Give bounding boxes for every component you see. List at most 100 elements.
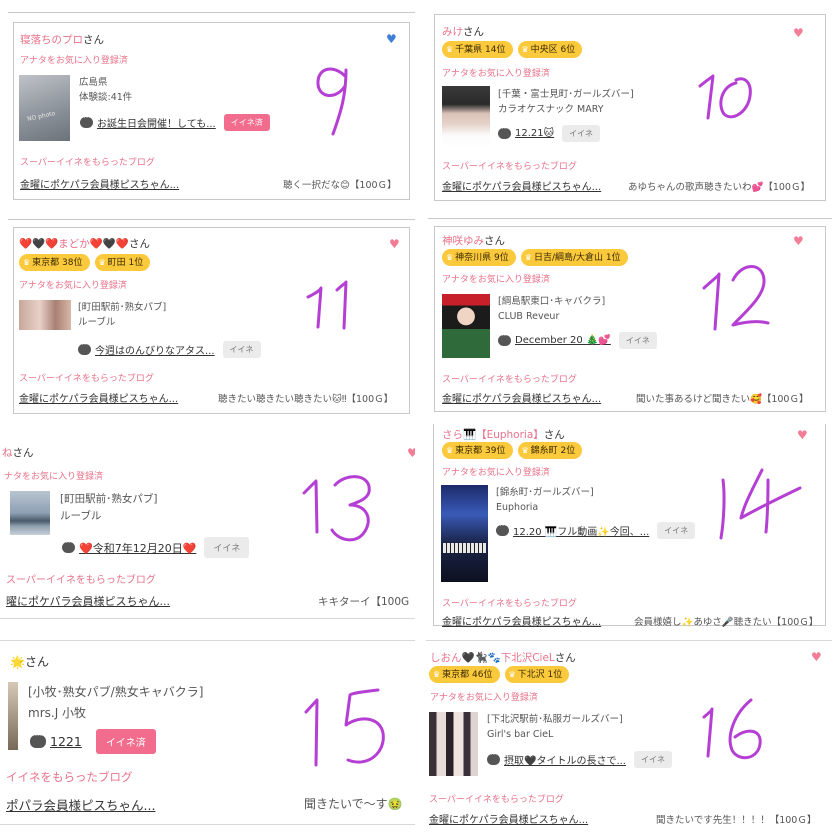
- cast-name[interactable]: 🌟さん: [10, 653, 49, 670]
- cast-name[interactable]: 寝落ちのプロさん: [20, 32, 104, 47]
- post-link[interactable]: 12.20 🎹フル動画✨今回、...: [513, 523, 649, 538]
- cast-photo[interactable]: [441, 485, 488, 582]
- cast-name[interactable]: みけさん: [442, 24, 484, 39]
- latest-post[interactable]: 今週はのんびりなアタス... イイネ: [78, 341, 261, 358]
- chat-bubble-icon: [498, 332, 511, 346]
- rank-badge-area[interactable]: ♛ 下北沢 1位: [504, 666, 570, 683]
- latest-post[interactable]: 1221 イイネ済: [30, 729, 156, 754]
- cast-name-text[interactable]: 🌟: [10, 655, 25, 669]
- rank-badge-prefecture[interactable]: ♛ 東京都 39位: [442, 442, 513, 459]
- cast-name-text[interactable]: みけ: [442, 26, 463, 38]
- honorific: さん: [484, 235, 505, 247]
- like-button[interactable]: イイネ: [562, 125, 601, 142]
- cast-photo[interactable]: [10, 491, 50, 535]
- cast-name-text[interactable]: さら🎹【Euphoria】: [442, 429, 544, 441]
- shop-info[interactable]: [下北沢駅前･私服ガールズバー] Girl's bar CieL: [487, 712, 623, 742]
- latest-post[interactable]: ❤️令和7年12月20日❤️ イイネ: [62, 537, 250, 558]
- cast-name-text[interactable]: ❤️🖤❤️まどか❤️🖤❤️: [19, 238, 129, 250]
- shop-name[interactable]: ルーブル: [78, 315, 166, 330]
- shop-info[interactable]: [綱島駅東口･キャバクラ] CLUB Reveur: [498, 294, 605, 324]
- heart-icon[interactable]: ♥: [811, 651, 822, 663]
- shop-info[interactable]: [千葉・富士見町･ガールズバー] カラオケスナック MARY: [498, 87, 634, 117]
- cast-photo[interactable]: [19, 300, 71, 330]
- cast-photo[interactable]: [8, 682, 18, 750]
- honorific: さん: [128, 238, 150, 250]
- like-button[interactable]: イイネ: [657, 522, 696, 539]
- cast-name[interactable]: 神咲ゆみさん: [442, 233, 505, 248]
- post-link[interactable]: ❤️令和7年12月20日❤️: [79, 540, 196, 556]
- cast-photo[interactable]: [429, 712, 478, 776]
- blog-link[interactable]: 金曜にポケパラ会員様ピスちゃん...: [442, 178, 601, 193]
- post-link[interactable]: December 20 🎄💕: [515, 335, 611, 346]
- post-link[interactable]: 摂取🖤タイトルの長さで...: [504, 752, 626, 767]
- rank-badge-area[interactable]: ♛ 町田 1位: [94, 254, 151, 271]
- ranking-badges: ♛ 東京都 39位 ♛ 錦糸町 2位: [442, 442, 583, 459]
- cast-photo[interactable]: [442, 294, 490, 358]
- like-button[interactable]: イイネ済: [95, 729, 156, 754]
- blog-link[interactable]: 金曜にポケパラ会員様ピスちゃん...: [20, 176, 179, 191]
- crown-icon: ♛: [446, 446, 454, 455]
- cast-name[interactable]: さら🎹【Euphoria】さん: [442, 427, 565, 442]
- shop-name[interactable]: ルーブル: [60, 508, 157, 525]
- shop-name[interactable]: mrs.J 小牧: [28, 703, 203, 724]
- latest-post[interactable]: 12.20 🎹フル動画✨今回、... イイネ: [496, 522, 696, 539]
- cast-name[interactable]: しおん🖤🐈‍⬛🐾下北沢CieLさん: [430, 650, 576, 665]
- blog-link[interactable]: ポパラ会員様ピスちゃん...: [6, 795, 155, 814]
- blog-link[interactable]: 金曜にポケパラ会員様ピスちゃん...: [429, 811, 588, 826]
- favorite-status: アナタをお気に入り登録済: [442, 468, 550, 478]
- cast-name[interactable]: ねさん: [2, 445, 34, 460]
- post-link[interactable]: 今週はのんびりなアタス...: [95, 342, 215, 357]
- post-link[interactable]: 12.21🐱: [515, 128, 554, 139]
- rank-badge-prefecture[interactable]: ♛ 東京都 46位: [429, 666, 500, 683]
- heart-icon[interactable]: ♥: [793, 235, 804, 247]
- shop-info[interactable]: [町田駅前･熟女パブ] ルーブル: [78, 300, 166, 330]
- cast-name[interactable]: ❤️🖤❤️まどか❤️🖤❤️さん: [19, 236, 150, 251]
- blog-link[interactable]: 曜にポケパラ会員様ピスちゃん...: [6, 593, 170, 609]
- blog-link[interactable]: 金曜にポケパラ会員様ピスちゃん...: [442, 613, 601, 628]
- divider: [8, 219, 415, 220]
- heart-icon[interactable]: ♥: [407, 447, 415, 459]
- prefecture: 広島県: [79, 77, 108, 88]
- like-button[interactable]: イイネ: [618, 332, 657, 349]
- rank-badge-prefecture[interactable]: ♛ 千葉県 14位: [442, 41, 513, 58]
- heart-icon[interactable]: ♥: [386, 33, 397, 45]
- latest-post[interactable]: お誕生日会開催！しても... イイネ済: [80, 114, 270, 131]
- blog-link[interactable]: 金曜にポケパラ会員様ピスちゃん...: [19, 390, 178, 405]
- shop-info[interactable]: [町田駅前･熟女パブ] ルーブル: [60, 491, 157, 525]
- latest-post[interactable]: December 20 🎄💕 イイネ: [498, 332, 657, 349]
- post-link[interactable]: お誕生日会開催！しても...: [97, 115, 216, 130]
- rank-badge-area[interactable]: ♛ 中央区 6位: [517, 41, 583, 58]
- blog-link[interactable]: 金曜にポケパラ会員様ピスちゃん...: [442, 390, 601, 405]
- shop-name[interactable]: Girl's bar CieL: [487, 727, 623, 742]
- rank-badge-area[interactable]: ♛ 錦糸町 2位: [517, 442, 583, 459]
- rank-text: 下北沢 1位: [517, 670, 563, 680]
- shop-category: [小牧･熟女パブ/熟女キャバクラ]: [28, 685, 204, 699]
- heart-icon[interactable]: ♥: [389, 238, 400, 250]
- latest-post[interactable]: 摂取🖤タイトルの長さで... イイネ: [487, 751, 672, 768]
- post-link[interactable]: 1221: [50, 734, 82, 749]
- shop-info[interactable]: [小牧･熟女パブ/熟女キャバクラ] mrs.J 小牧: [28, 682, 203, 724]
- shop-name[interactable]: カラオケスナック MARY: [498, 102, 634, 117]
- blog-comment: あゆちゃんの歌声聴きたいわ💕【100Ｇ】: [628, 182, 810, 193]
- like-button[interactable]: イイネ: [634, 751, 672, 768]
- rank-badge-area[interactable]: ♛ 日吉/綱島/大倉山 1位: [520, 249, 628, 266]
- avatar-no-photo[interactable]: NO photo: [19, 75, 70, 141]
- like-button[interactable]: イイネ: [222, 341, 261, 358]
- shop-name[interactable]: CLUB Reveur: [498, 309, 605, 324]
- cast-name-text[interactable]: ね: [2, 447, 13, 459]
- cast-name-text[interactable]: 寝落ちのプロ: [20, 34, 83, 46]
- heart-icon[interactable]: ♥: [797, 429, 808, 441]
- like-button[interactable]: イイネ済: [223, 114, 270, 131]
- cast-photo[interactable]: [442, 86, 490, 147]
- cast-name-text[interactable]: 神咲ゆみ: [442, 235, 484, 247]
- rank-badge-prefecture[interactable]: ♛ 神奈川県 9位: [442, 249, 516, 266]
- rank-badge-prefecture[interactable]: ♛ 東京都 38位: [19, 254, 90, 271]
- shop-name[interactable]: Euphoria: [496, 500, 594, 515]
- like-button[interactable]: イイネ: [204, 537, 250, 558]
- crown-icon: ♛: [521, 45, 529, 54]
- latest-post[interactable]: 12.21🐱 イイネ: [498, 125, 601, 142]
- favorite-status: アナタをお気に入り登録済: [442, 69, 550, 79]
- shop-info[interactable]: [錦糸町･ガールズバー] Euphoria: [496, 485, 594, 515]
- heart-icon[interactable]: ♥: [793, 27, 804, 39]
- cast-name-text[interactable]: しおん🖤🐈‍⬛🐾下北沢CieL: [430, 652, 555, 664]
